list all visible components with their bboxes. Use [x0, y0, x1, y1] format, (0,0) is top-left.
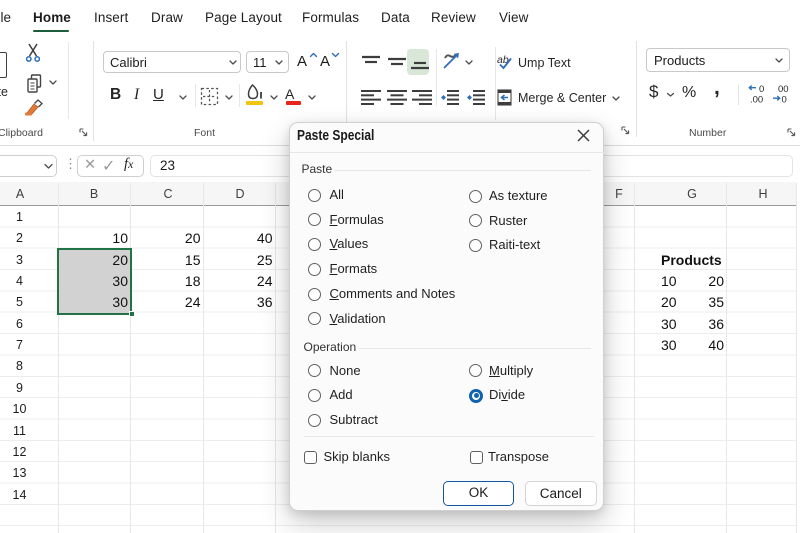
svg-text:.00: .00 — [750, 95, 763, 105]
svg-text:0: 0 — [782, 95, 787, 105]
svg-text:0: 0 — [759, 84, 764, 95]
svg-text:00: 00 — [778, 84, 789, 95]
